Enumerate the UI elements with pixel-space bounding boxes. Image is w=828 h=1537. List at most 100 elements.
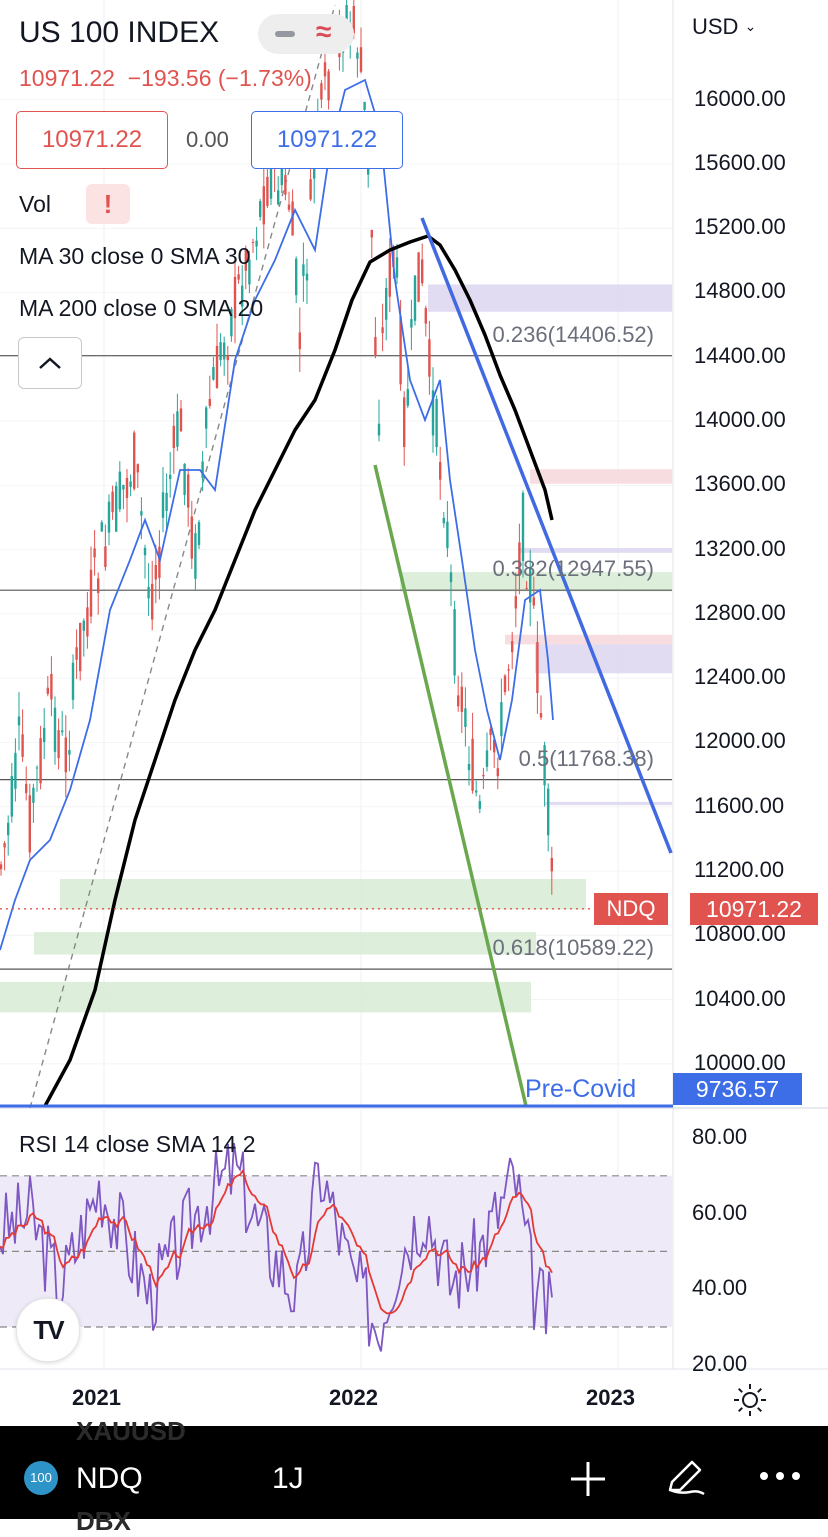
ma30-legend[interactable]: MA 30 close 0 SMA 30 — [19, 243, 250, 270]
pre-covid-price-tag: 9736.57 — [673, 1073, 802, 1105]
candle-body-52 — [187, 474, 190, 508]
candle-body-148 — [532, 597, 535, 606]
more-icon[interactable] — [758, 1466, 802, 1486]
price-change: 10971.22 −193.56 (−1.73%) — [19, 65, 312, 91]
candle-body-135 — [485, 750, 489, 767]
candle-body-21 — [75, 647, 78, 660]
collapse-button[interactable] — [18, 337, 82, 389]
candle-body-46 — [165, 492, 168, 512]
interval-button[interactable]: 1J — [272, 1462, 304, 1496]
candle-body-6 — [21, 734, 24, 757]
candle-body-143 — [514, 596, 517, 609]
pencil-icon[interactable] — [662, 1454, 708, 1500]
wave-button[interactable]: ≈ — [258, 14, 354, 54]
fib-label-0: 0.236(14406.52) — [492, 321, 654, 347]
ask-price: 10971.22 — [276, 126, 378, 153]
candle-body-73 — [262, 186, 265, 225]
symbol-button[interactable]: NDQ — [76, 1462, 143, 1496]
candle-body-19 — [68, 750, 71, 755]
alert-button[interactable]: ! — [86, 184, 130, 224]
price-tick-7: 13200.00 — [694, 535, 786, 561]
symbol-badge[interactable]: 100 — [24, 1461, 58, 1495]
candle-body-47 — [169, 474, 172, 479]
time-tick-0: 2021 — [72, 1385, 121, 1410]
candle-body-4 — [14, 752, 17, 789]
candle-body-35 — [125, 477, 129, 499]
axis-settings-button[interactable] — [733, 1383, 767, 1417]
bottom-toolbar: XAUUSD DBX 100 NDQ 1J — [0, 1416, 828, 1536]
candle-body-126 — [453, 609, 456, 676]
candle-body-82 — [295, 258, 298, 296]
zone-green-3 — [34, 932, 536, 955]
candle-body-79 — [284, 175, 287, 195]
candle-body-114 — [410, 319, 413, 328]
candle-body-153 — [550, 857, 553, 872]
candle-body-91 — [327, 71, 330, 101]
price-tick-15: 10000.00 — [694, 1049, 786, 1075]
price-tick-5: 14000.00 — [694, 407, 786, 433]
tradingview-logo[interactable]: TV — [16, 1298, 80, 1362]
candle-body-8 — [28, 795, 31, 853]
candle-body-125 — [449, 572, 453, 583]
candle-body-58 — [208, 399, 211, 406]
candle-body-110 — [395, 257, 399, 278]
candle-body-89 — [320, 83, 323, 100]
rsi-tick-3: 20.00 — [692, 1350, 748, 1376]
candle-body-49 — [176, 411, 179, 447]
rsi-legend[interactable]: RSI 14 close SMA 14 2 — [19, 1131, 256, 1158]
pre-covid-label: Pre-Covid — [525, 1075, 637, 1103]
bid-price: 10971.22 — [41, 126, 143, 153]
price-tick-14: 10400.00 — [694, 985, 786, 1011]
zone-green-2 — [60, 879, 586, 910]
candle-body-28 — [100, 522, 103, 532]
chevron-down-icon: ⌄ — [744, 18, 757, 34]
candle-body-3 — [10, 775, 13, 817]
candle-body-142 — [511, 641, 514, 653]
plus-icon[interactable] — [568, 1459, 608, 1499]
candle-body-41 — [147, 586, 150, 599]
ask-box[interactable]: 10971.22 — [251, 111, 403, 169]
candle-body-54 — [194, 533, 197, 579]
candle-body-57 — [205, 407, 208, 429]
currency-select[interactable]: USD ⌄ — [692, 14, 756, 40]
candle-body-152 — [547, 788, 550, 836]
sun-icon — [734, 1384, 766, 1416]
candle-body-104 — [374, 337, 377, 357]
candle-body-108 — [388, 252, 391, 297]
candle-body-118 — [424, 308, 427, 324]
candle-body-107 — [385, 287, 388, 320]
candle-body-27 — [97, 578, 100, 594]
candle-body-45 — [161, 492, 165, 518]
chart-screen: US 100 INDEX ≈ 10971.22 −193.56 (−1.73%)… — [0, 0, 828, 1536]
candle-body-140 — [503, 675, 507, 693]
candle-body-100 — [359, 47, 363, 72]
candle-body-11 — [39, 738, 42, 784]
candle-body-105 — [377, 423, 381, 436]
candle-body-113 — [406, 389, 409, 406]
zone-green-4 — [0, 981, 531, 1013]
candle-body-22 — [79, 622, 82, 672]
candle-body-50 — [179, 408, 183, 432]
candle-body-39 — [140, 511, 143, 516]
last-symbol-tag: NDQ — [594, 893, 668, 925]
price-tick-12: 11200.00 — [694, 857, 785, 882]
minus-icon — [275, 31, 295, 37]
vol-label[interactable]: Vol — [19, 191, 51, 218]
candle-body-83 — [298, 332, 301, 350]
candle-body-25 — [89, 569, 93, 617]
candle-body-80 — [287, 204, 291, 210]
price-tick-4: 14400.00 — [694, 342, 786, 368]
price-tick-10: 12000.00 — [694, 728, 786, 754]
candle-body-34 — [122, 484, 125, 490]
candle-body-14 — [50, 673, 53, 700]
candle-body-30 — [107, 501, 111, 533]
price-tick-9: 12400.00 — [694, 664, 786, 690]
ma200-legend[interactable]: MA 200 close 0 SMA 20 — [19, 295, 263, 322]
bid-box[interactable]: 10971.22 — [16, 111, 168, 169]
badge-text: 100 — [30, 1470, 52, 1485]
symbol-title[interactable]: US 100 INDEX — [19, 16, 219, 50]
candle-body-70 — [251, 241, 255, 243]
candle-body-31 — [111, 491, 114, 513]
candle-body-16 — [57, 730, 60, 759]
candle-body-15 — [53, 707, 57, 752]
